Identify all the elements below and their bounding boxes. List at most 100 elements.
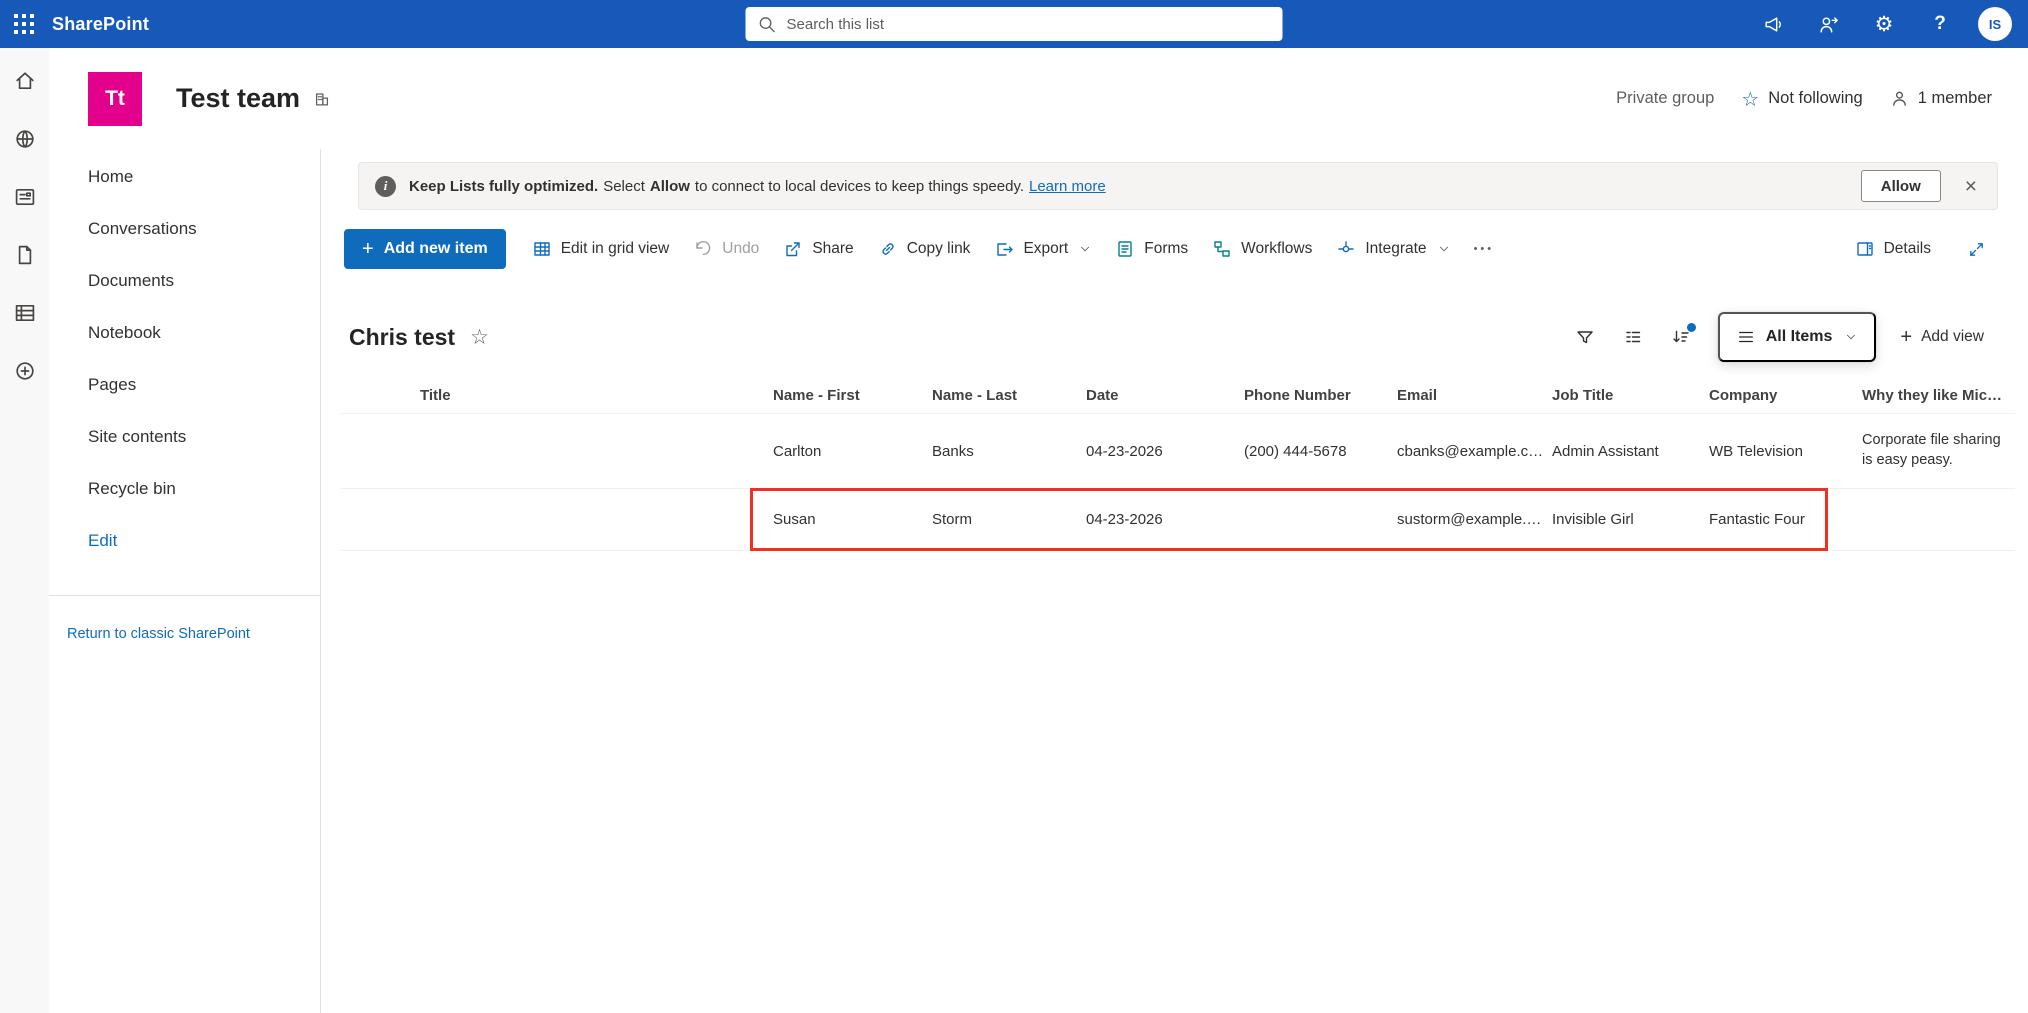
- waffle-icon: [14, 14, 34, 34]
- cell-last-name: Banks: [932, 443, 1086, 460]
- rail-files-button[interactable]: [12, 242, 38, 268]
- learn-more-link[interactable]: Learn more: [1029, 178, 1106, 195]
- plus-icon: +: [1900, 327, 1912, 347]
- settings-button[interactable]: ⚙: [1866, 6, 1902, 42]
- rail-lists-button[interactable]: [12, 300, 38, 326]
- nav-item-notebook[interactable]: Notebook: [49, 307, 320, 359]
- column-header-company[interactable]: Company: [1709, 387, 1862, 404]
- workflows-button[interactable]: Workflows: [1200, 229, 1324, 269]
- command-bar-right: Details: [1843, 229, 1998, 269]
- follow-button[interactable]: ☆ Not following: [1741, 89, 1862, 109]
- add-view-label: Add view: [1921, 328, 1984, 346]
- suite-bar: SharePoint ⚙ ? IS: [0, 0, 2028, 48]
- export-icon: [994, 239, 1014, 259]
- nav-item-conversations[interactable]: Conversations: [49, 203, 320, 255]
- privacy-label: Private group: [1616, 89, 1714, 108]
- document-icon: [13, 243, 37, 267]
- app-title: SharePoint: [52, 14, 149, 35]
- column-header-first-name[interactable]: Name - First: [773, 387, 932, 404]
- news-icon: [13, 185, 37, 209]
- table-row[interactable]: Carlton Banks 04-23-2026 (200) 444-5678 …: [341, 414, 2015, 489]
- cell-first-name: Susan: [773, 511, 932, 528]
- help-button[interactable]: ?: [1922, 6, 1958, 42]
- edit-grid-view-button[interactable]: Edit in grid view: [520, 229, 682, 269]
- person-share-icon: [1818, 14, 1839, 35]
- members-button[interactable]: 1 member: [1890, 89, 1992, 108]
- follow-label: Not following: [1768, 89, 1862, 108]
- nav-item-home[interactable]: Home: [49, 151, 320, 203]
- favorite-star-icon[interactable]: ☆: [470, 325, 489, 349]
- details-pane-icon: [1855, 239, 1875, 259]
- site-logo[interactable]: Tt: [88, 72, 142, 126]
- table-row[interactable]: Susan Storm 04-23-2026 sustorm@example.……: [341, 489, 2015, 551]
- copy-link-button[interactable]: Copy link: [866, 229, 983, 269]
- sort-button[interactable]: [1660, 316, 1702, 358]
- hamburger-icon: [1737, 328, 1755, 346]
- expand-content-button[interactable]: [1955, 229, 1998, 269]
- feedback-button[interactable]: [1754, 6, 1790, 42]
- account-avatar[interactable]: IS: [1978, 7, 2012, 41]
- cell-why: Corporate file sharing is easy peasy.: [1862, 431, 2015, 470]
- column-header-phone[interactable]: Phone Number: [1244, 387, 1397, 404]
- return-to-classic-link[interactable]: Return to classic SharePoint: [67, 626, 250, 642]
- banner-bold-text: Keep Lists fully optimized.: [409, 178, 598, 195]
- link-icon: [878, 239, 898, 259]
- chevron-down-icon: [1845, 331, 1857, 343]
- integrate-button[interactable]: Integrate: [1324, 229, 1461, 269]
- column-header-job-title[interactable]: Job Title: [1552, 387, 1709, 404]
- cell-company: Fantastic Four: [1709, 511, 1862, 528]
- optimization-banner: i Keep Lists fully optimized. Select All…: [358, 162, 1998, 210]
- nav-divider: [49, 595, 320, 596]
- more-commands-button[interactable]: •••: [1462, 229, 1507, 269]
- app-launcher-button[interactable]: [0, 0, 48, 48]
- column-header-why[interactable]: Why they like Mic…: [1862, 387, 2015, 404]
- add-new-item-button[interactable]: + Add new item: [344, 229, 506, 269]
- main-content: i Keep Lists fully optimized. Select All…: [321, 149, 2028, 1013]
- person-icon: [1890, 89, 1909, 108]
- column-header-last-name[interactable]: Name - Last: [932, 387, 1086, 404]
- close-icon[interactable]: ×: [1965, 176, 1977, 197]
- list-icon: [13, 301, 37, 325]
- column-header-email[interactable]: Email: [1397, 387, 1552, 404]
- nav-item-recycle-bin[interactable]: Recycle bin: [49, 463, 320, 515]
- nav-item-site-contents[interactable]: Site contents: [49, 411, 320, 463]
- view-controls: All Items + Add view: [1564, 312, 1992, 362]
- rail-sites-button[interactable]: [12, 126, 38, 152]
- rail-news-button[interactable]: [12, 184, 38, 210]
- undo-button[interactable]: Undo: [681, 229, 771, 269]
- cell-email: cbanks@example.c…: [1397, 443, 1552, 460]
- search-input[interactable]: [787, 16, 1271, 33]
- rail-create-button[interactable]: [12, 358, 38, 384]
- nav-item-pages[interactable]: Pages: [49, 359, 320, 411]
- megaphone-icon: [1762, 14, 1783, 35]
- list-title: Chris test: [349, 324, 455, 351]
- chevron-down-icon: [1079, 243, 1091, 255]
- group-view-button[interactable]: [1612, 316, 1654, 358]
- share-site-button[interactable]: [1810, 6, 1846, 42]
- banner-text-allow: Allow: [650, 178, 690, 195]
- filter-icon: [1575, 327, 1595, 347]
- allow-button[interactable]: Allow: [1861, 170, 1941, 202]
- undo-icon: [693, 239, 713, 259]
- filter-button[interactable]: [1564, 316, 1606, 358]
- share-button[interactable]: Share: [771, 229, 865, 269]
- column-header-title[interactable]: Title: [420, 387, 773, 404]
- rail-home-button[interactable]: [12, 68, 38, 94]
- export-button[interactable]: Export: [982, 229, 1103, 269]
- cell-email: sustorm@example.…: [1397, 511, 1552, 528]
- search-box[interactable]: [746, 7, 1283, 41]
- home-icon: [13, 69, 37, 93]
- column-header-date[interactable]: Date: [1086, 387, 1244, 404]
- site-title[interactable]: Test team: [176, 83, 300, 114]
- nav-item-documents[interactable]: Documents: [49, 255, 320, 307]
- nav-edit-link[interactable]: Edit: [49, 515, 320, 567]
- forms-button[interactable]: Forms: [1103, 229, 1200, 269]
- add-view-button[interactable]: + Add view: [1892, 327, 1992, 347]
- expand-icon: [1967, 240, 1986, 259]
- grid-icon: [532, 239, 552, 259]
- add-new-item-label: Add new item: [384, 240, 488, 258]
- banner-text-pre: Select: [603, 178, 645, 195]
- view-selector[interactable]: All Items: [1718, 312, 1877, 362]
- cell-last-name: Storm: [932, 511, 1086, 528]
- details-button[interactable]: Details: [1843, 229, 1943, 269]
